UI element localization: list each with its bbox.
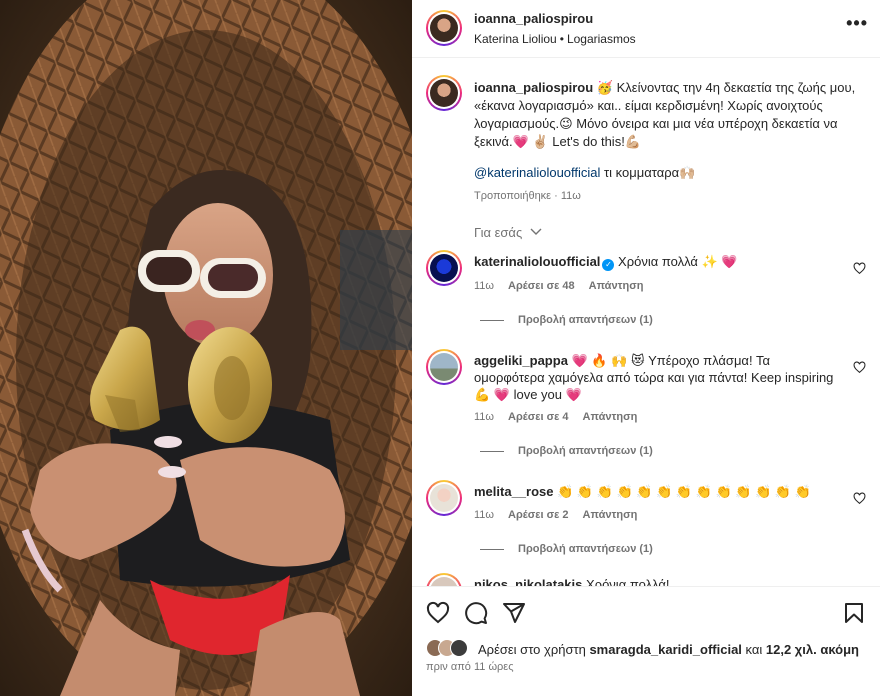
heart-icon[interactable] <box>853 492 866 505</box>
author-avatar[interactable] <box>426 10 462 46</box>
likes-prefix: Αρέσει στο χρήστη <box>478 642 590 657</box>
reply-button[interactable]: Απάντηση <box>583 509 638 521</box>
author-username[interactable]: ioanna_paliospirou <box>474 11 593 26</box>
caption-avatar[interactable] <box>426 75 462 111</box>
likes-text: Αρέσει στο χρήστη smaragda_karidi_offici… <box>478 642 859 657</box>
reply-button[interactable]: Απάντηση <box>589 280 644 292</box>
comment-meta: 11ω Αρέσει σε 48 Απάντηση <box>474 280 657 292</box>
comment-likes[interactable]: Αρέσει σε 48 <box>508 280 575 292</box>
comment-body: katerinaliolouofficial ✓ Χρόνια πολλά ✨ 💗 <box>474 253 844 271</box>
post-time-ago: πριν από 11 ώρες <box>426 661 514 673</box>
caption-mention[interactable]: @katerinaliolouofficial <box>474 165 600 180</box>
comment-username[interactable]: nikos_nikolatakis <box>474 577 582 586</box>
comment-text: Χρόνια πολλά ✨ 💗 <box>618 254 738 269</box>
bookmark-icon[interactable] <box>842 601 866 625</box>
heart-icon[interactable] <box>853 262 866 275</box>
likes-row[interactable]: Αρέσει στο χρήστη smaragda_karidi_offici… <box>426 639 876 661</box>
comment-username[interactable]: aggeliki_pappa <box>474 353 568 368</box>
post-photo-illustration <box>0 0 412 696</box>
view-replies-button[interactable]: Προβολή απαντήσεων (1) <box>480 314 653 326</box>
likes-user[interactable]: smaragda_karidi_official <box>589 642 741 657</box>
caption-username[interactable]: ioanna_paliospirou <box>474 80 593 95</box>
edited-label: Τροποποιήθηκε <box>474 190 552 202</box>
comment-time: 11ω <box>474 509 495 521</box>
comment-body: nikos_nikolatakis Χρόνια πολλά! <box>474 576 844 586</box>
audio-name[interactable]: Logariasmos <box>567 32 636 46</box>
post-actions: Αρέσει στο χρήστη smaragda_karidi_offici… <box>412 586 880 696</box>
comment-body: aggeliki_pappa 💗 🔥 🙌 😻 Υπέροχο πλάσμα! Τ… <box>474 352 844 403</box>
comment-username[interactable]: katerinaliolouofficial <box>474 254 600 269</box>
reply-button[interactable]: Απάντηση <box>583 411 638 423</box>
comment-body: melita__rose 👏 👏 👏 👏 👏 👏 👏 👏 👏 👏 👏 👏 👏 <box>474 483 844 500</box>
comment-meta: 11ω Αρέσει σε 2 Απάντηση <box>474 509 651 521</box>
chevron-down-icon <box>530 228 542 235</box>
caption-mention-line: @katerinaliolouofficial τι κομματαρα🙌🏼 <box>474 165 695 181</box>
comment-text: 👏 👏 👏 👏 👏 👏 👏 👏 👏 👏 👏 👏 👏 <box>557 484 811 499</box>
comments-scroll[interactable]: ioanna_paliospirou 🥳 Κλείνοντας την 4η δ… <box>412 59 880 586</box>
likes-count[interactable]: 12,2 χιλ. ακόμη <box>766 642 859 657</box>
heart-icon[interactable] <box>853 361 866 374</box>
view-replies-button[interactable]: Προβολή απαντήσεων (1) <box>480 543 653 555</box>
comment-icon[interactable] <box>464 601 488 625</box>
comment-avatar[interactable] <box>426 480 462 516</box>
liker-avatar <box>450 639 468 657</box>
share-icon[interactable] <box>502 601 526 625</box>
caption-mention-suffix: τι κομματαρα🙌🏼 <box>600 165 696 180</box>
collab-name[interactable]: Katerina Lioliou <box>474 32 557 46</box>
post-header: ioanna_paliospirou Katerina Lioliou • Loga… <box>412 0 880 58</box>
comment-avatar[interactable] <box>426 349 462 385</box>
comment-avatar[interactable] <box>426 250 462 286</box>
comment-username[interactable]: melita__rose <box>474 484 554 499</box>
post-panel: ioanna_paliospirou Katerina Lioliou • Loga… <box>412 0 880 696</box>
comment-likes[interactable]: Αρέσει σε 2 <box>508 509 569 521</box>
likes-and: και <box>741 642 766 657</box>
post-subtitle: Katerina Lioliou • Logariasmos <box>474 32 636 46</box>
caption: ioanna_paliospirou 🥳 Κλείνοντας την 4η δ… <box>474 79 864 151</box>
heart-icon[interactable] <box>426 601 450 625</box>
caption-time: 11ω <box>560 190 581 202</box>
comment-text: Χρόνια πολλά! <box>586 577 670 586</box>
view-replies-button[interactable]: Προβολή απαντήσεων (1) <box>480 445 653 457</box>
comment-likes[interactable]: Αρέσει σε 4 <box>508 411 569 423</box>
comment-avatar[interactable] <box>426 573 462 586</box>
for-you-dropdown[interactable]: Για εσάς <box>474 225 542 240</box>
post-image[interactable] <box>0 0 412 696</box>
comment-meta: 11ω Αρέσει σε 4 Απάντηση <box>474 411 651 423</box>
comment-time: 11ω <box>474 280 495 292</box>
for-you-label: Για εσάς <box>474 225 523 240</box>
more-horizontal-icon[interactable]: ••• <box>846 14 868 32</box>
caption-meta: Τροποποιήθηκε · 11ω <box>474 190 581 202</box>
comment-time: 11ω <box>474 411 495 423</box>
verified-badge-icon: ✓ <box>602 259 615 271</box>
